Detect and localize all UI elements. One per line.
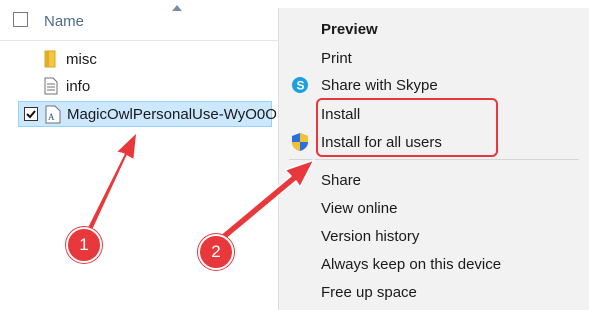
arrow-1	[83, 131, 138, 237]
arrow-2	[212, 159, 315, 247]
annotation-arrows	[83, 131, 315, 247]
step-badge-2: 2	[198, 234, 234, 270]
step-badge-1: 1	[66, 227, 102, 263]
